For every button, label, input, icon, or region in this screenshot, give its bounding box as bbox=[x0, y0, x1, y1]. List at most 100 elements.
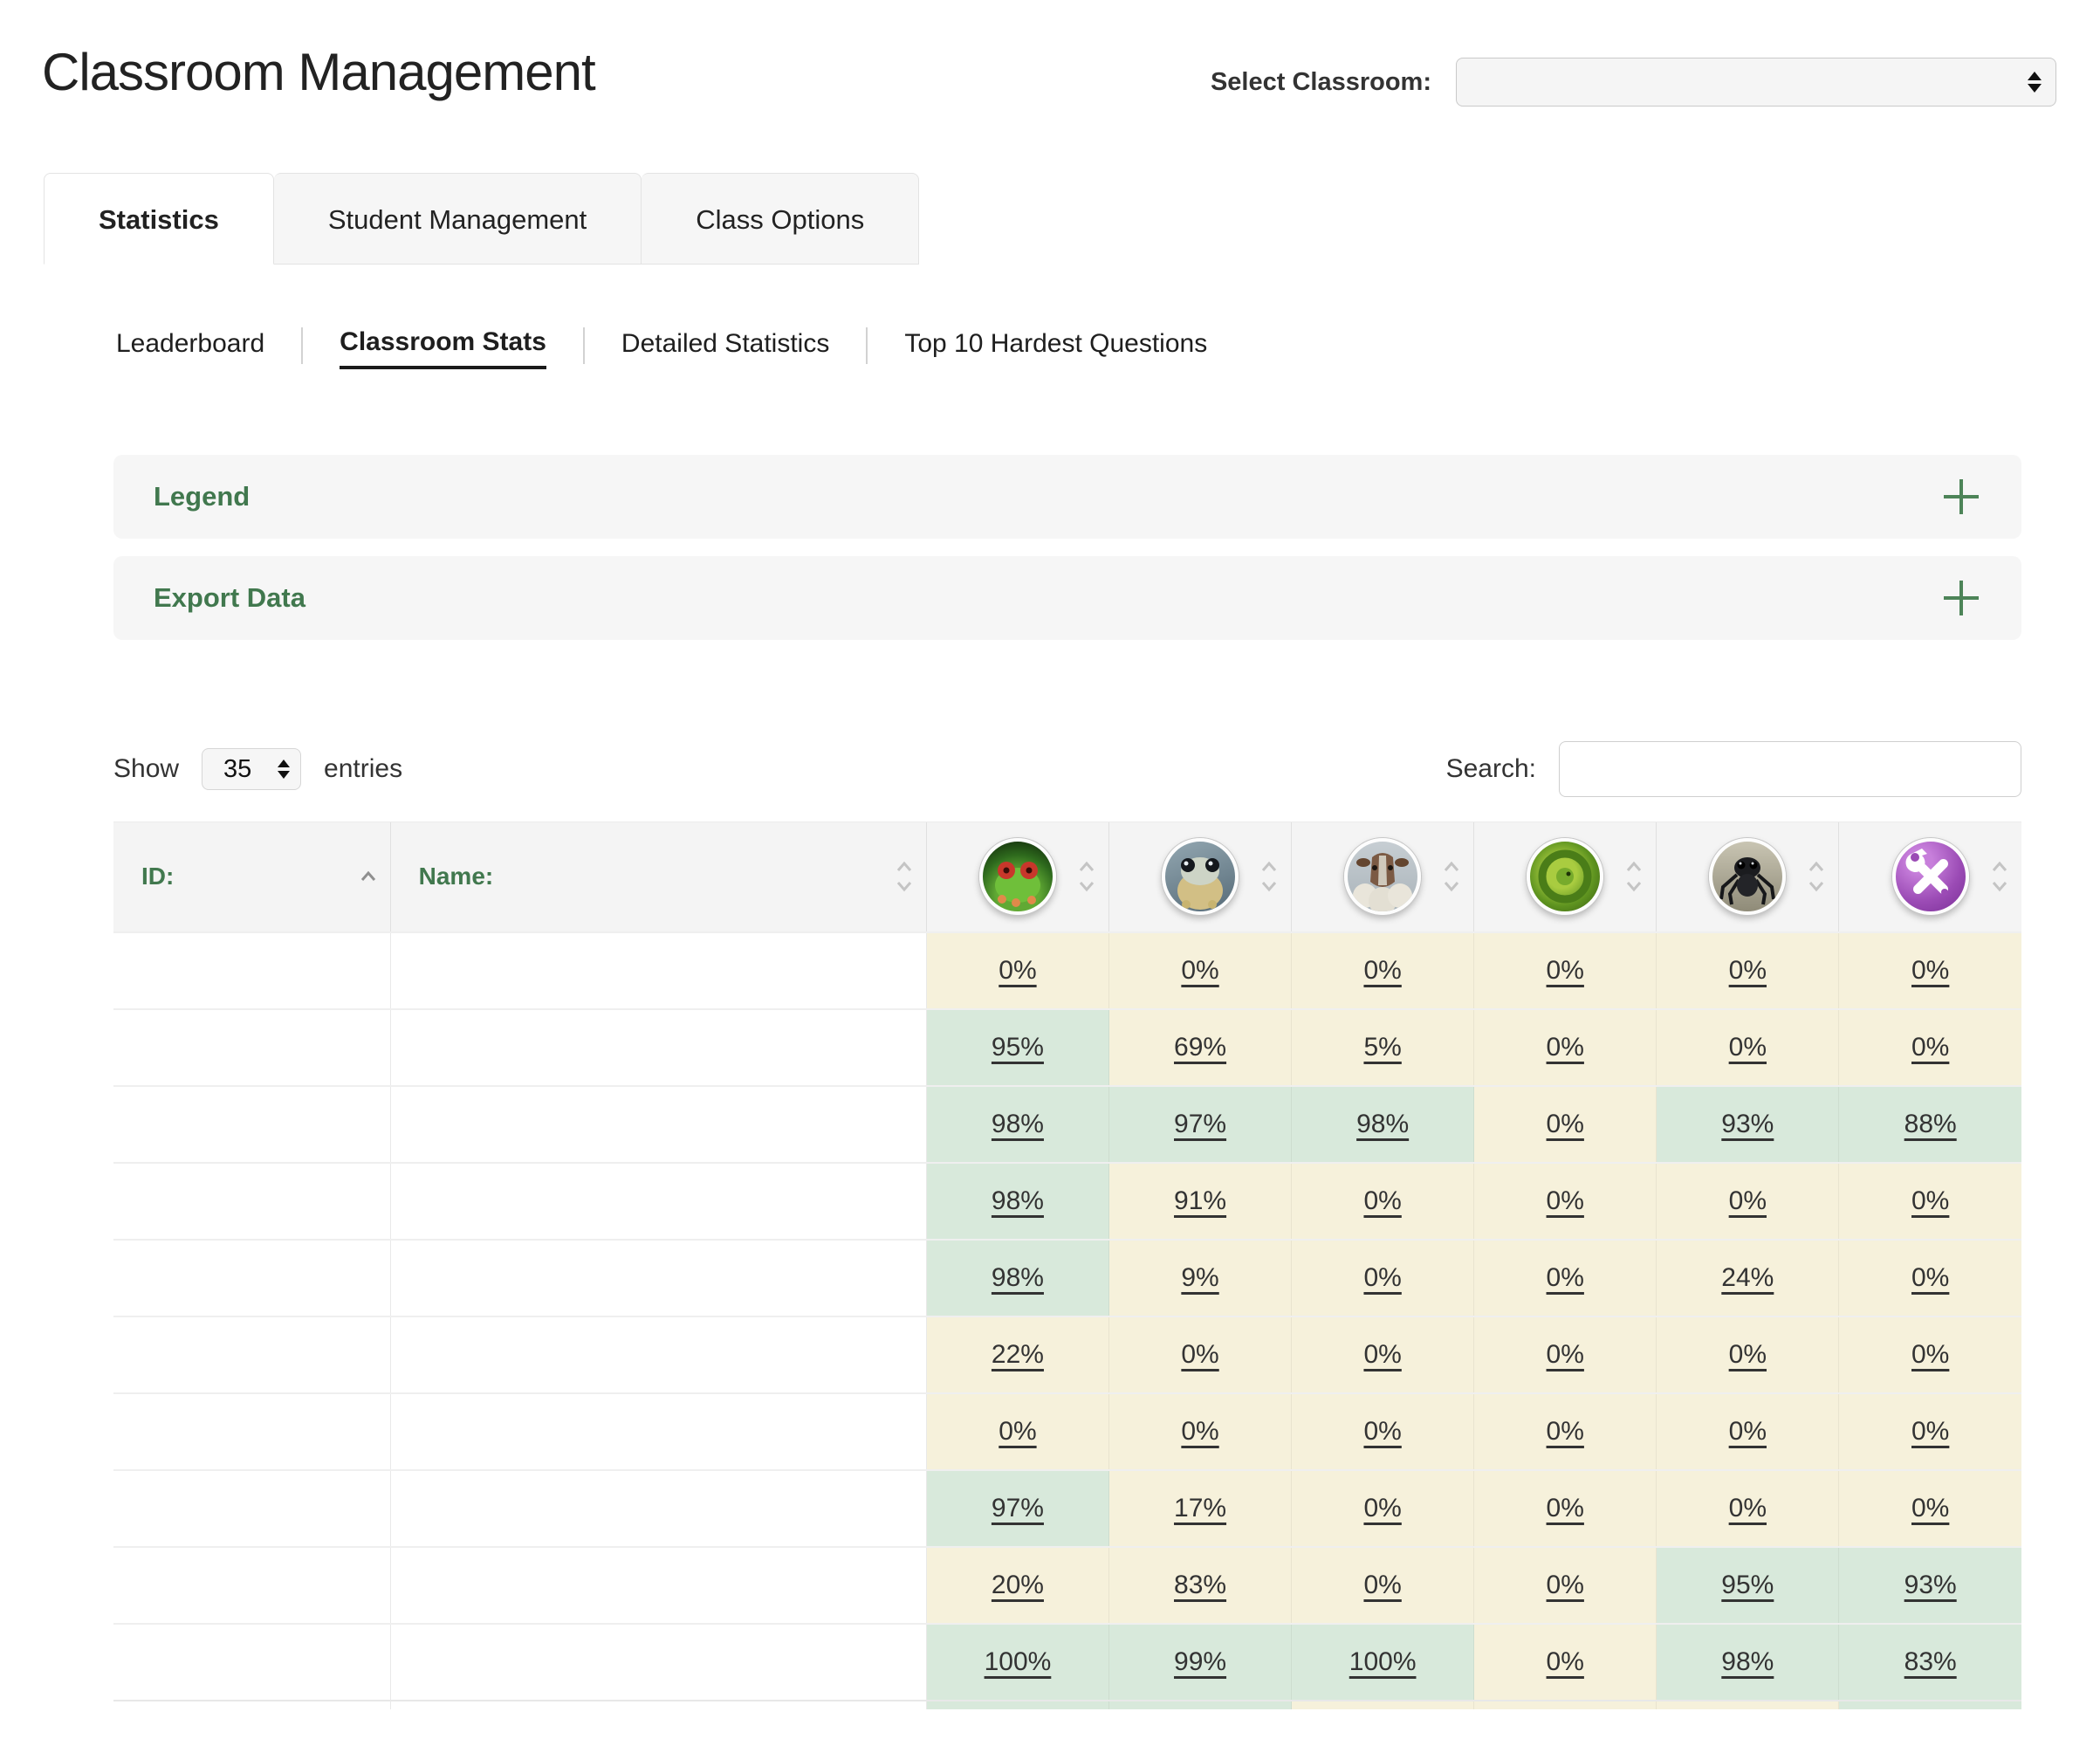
score-link[interactable]: 20% bbox=[992, 1571, 1044, 1599]
score-link[interactable]: 0% bbox=[1547, 1340, 1584, 1369]
score-link[interactable]: 24% bbox=[1721, 1263, 1774, 1292]
score-link[interactable]: 93% bbox=[1721, 1110, 1774, 1138]
tab-student-management[interactable]: Student Management bbox=[274, 173, 642, 265]
name-cell bbox=[390, 932, 926, 1009]
score-link[interactable]: 99% bbox=[1174, 1647, 1226, 1676]
tab-statistics[interactable]: Statistics bbox=[44, 173, 274, 265]
score-link[interactable]: 17% bbox=[1174, 1494, 1226, 1523]
score-link[interactable]: 0% bbox=[1911, 1340, 1949, 1369]
subnav-detailed-statistics[interactable]: Detailed Statistics bbox=[621, 329, 829, 368]
score-link[interactable]: 0% bbox=[1729, 1186, 1767, 1215]
score-link[interactable]: 97% bbox=[1174, 1110, 1226, 1138]
green-snake-avatar bbox=[1527, 838, 1603, 915]
column-header-student-3[interactable] bbox=[1292, 822, 1474, 932]
score-link[interactable]: 83% bbox=[1174, 1571, 1226, 1599]
score-link[interactable]: 0% bbox=[1363, 1263, 1401, 1292]
score-link[interactable]: 0% bbox=[1363, 1417, 1401, 1446]
score-link[interactable]: 0% bbox=[1363, 1571, 1401, 1599]
legend-panel-header[interactable]: Legend bbox=[113, 455, 2021, 539]
column-header-student-2[interactable] bbox=[1109, 822, 1292, 932]
score-link[interactable]: 0% bbox=[1547, 1647, 1584, 1676]
classroom-select[interactable] bbox=[1456, 58, 2056, 107]
score-link[interactable]: 69% bbox=[1174, 1033, 1226, 1062]
score-link[interactable]: 5% bbox=[1363, 1033, 1401, 1062]
table-row: 20% 83% 0% 0% 95% 93% bbox=[113, 1547, 2021, 1624]
score-link[interactable]: 9% bbox=[1181, 1263, 1218, 1292]
score-link[interactable]: 0% bbox=[1547, 956, 1584, 985]
export-data-panel-header[interactable]: Export Data bbox=[113, 556, 2021, 640]
score-cell bbox=[1109, 1701, 1292, 1709]
subnav-top-10-hardest-questions[interactable]: Top 10 Hardest Questions bbox=[904, 329, 1207, 368]
score-cell: 0% bbox=[1474, 1240, 1657, 1316]
score-link[interactable]: 0% bbox=[1911, 1033, 1949, 1062]
score-link[interactable]: 0% bbox=[1911, 1186, 1949, 1215]
id-header-label: ID: bbox=[141, 863, 174, 890]
score-link[interactable]: 0% bbox=[1363, 956, 1401, 985]
score-link[interactable]: 22% bbox=[992, 1340, 1044, 1369]
score-link[interactable]: 0% bbox=[1911, 1417, 1949, 1446]
score-link[interactable]: 98% bbox=[992, 1263, 1044, 1292]
score-link[interactable]: 0% bbox=[1547, 1186, 1584, 1215]
score-link[interactable]: 0% bbox=[1547, 1033, 1584, 1062]
score-link[interactable]: 91% bbox=[1174, 1186, 1226, 1215]
plus-icon[interactable] bbox=[1941, 578, 1981, 618]
score-link[interactable]: 0% bbox=[1911, 1263, 1949, 1292]
score-link[interactable]: 0% bbox=[1547, 1110, 1584, 1138]
name-cell bbox=[390, 1009, 926, 1086]
score-cell: 0% bbox=[1292, 1393, 1474, 1470]
score-link[interactable]: 100% bbox=[1349, 1647, 1417, 1676]
score-link[interactable]: 98% bbox=[1721, 1647, 1774, 1676]
score-link[interactable]: 0% bbox=[1181, 1417, 1218, 1446]
score-link[interactable]: 0% bbox=[1363, 1186, 1401, 1215]
search-input[interactable] bbox=[1559, 741, 2021, 797]
score-link[interactable]: 0% bbox=[1547, 1494, 1584, 1523]
subnav-classroom-stats[interactable]: Classroom Stats bbox=[340, 327, 546, 369]
score-link[interactable]: 0% bbox=[1729, 1494, 1767, 1523]
score-cell: 88% bbox=[1839, 1086, 2021, 1163]
plus-icon[interactable] bbox=[1941, 477, 1981, 517]
column-header-id[interactable]: ID: bbox=[113, 822, 390, 932]
score-link[interactable]: 0% bbox=[1729, 1033, 1767, 1062]
score-link[interactable]: 0% bbox=[1729, 1417, 1767, 1446]
score-link[interactable]: 98% bbox=[1356, 1110, 1409, 1138]
column-header-student-5[interactable] bbox=[1657, 822, 1839, 932]
score-link[interactable]: 97% bbox=[992, 1494, 1044, 1523]
score-link[interactable]: 95% bbox=[1721, 1571, 1774, 1599]
score-cell: 95% bbox=[1657, 1547, 1839, 1624]
score-link[interactable]: 0% bbox=[999, 1417, 1036, 1446]
score-link[interactable]: 0% bbox=[1181, 956, 1218, 985]
score-link[interactable]: 93% bbox=[1904, 1571, 1957, 1599]
score-link[interactable]: 0% bbox=[1363, 1340, 1401, 1369]
score-link[interactable]: 0% bbox=[1547, 1417, 1584, 1446]
column-header-student-6[interactable] bbox=[1839, 822, 2021, 932]
score-link[interactable]: 0% bbox=[1729, 956, 1767, 985]
tab-class-options[interactable]: Class Options bbox=[642, 173, 919, 265]
score-link[interactable]: 0% bbox=[1181, 1340, 1218, 1369]
column-header-student-4[interactable] bbox=[1474, 822, 1657, 932]
entries-select[interactable]: 35 bbox=[202, 748, 301, 790]
main-tabs: Statistics Student Management Class Opti… bbox=[44, 173, 2100, 265]
sort-both-icon bbox=[1624, 858, 1644, 895]
score-link[interactable]: 0% bbox=[1547, 1571, 1584, 1599]
score-link[interactable]: 0% bbox=[1911, 1494, 1949, 1523]
page-header: Classroom Management Select Classroom: bbox=[0, 0, 2100, 107]
stats-subnav: Leaderboard Classroom Stats Detailed Sta… bbox=[116, 327, 2100, 369]
id-cell bbox=[113, 1393, 390, 1470]
score-link[interactable]: 0% bbox=[1363, 1494, 1401, 1523]
subnav-leaderboard[interactable]: Leaderboard bbox=[116, 329, 264, 368]
column-header-student-1[interactable] bbox=[926, 822, 1108, 932]
score-link[interactable]: 100% bbox=[985, 1647, 1052, 1676]
score-cell bbox=[1657, 1701, 1839, 1709]
score-link[interactable]: 0% bbox=[999, 956, 1036, 985]
legend-panel-label: Legend bbox=[154, 481, 250, 512]
score-link[interactable]: 98% bbox=[992, 1186, 1044, 1215]
score-link[interactable]: 0% bbox=[1547, 1263, 1584, 1292]
entries-label: entries bbox=[324, 754, 402, 784]
score-link[interactable]: 95% bbox=[992, 1033, 1044, 1062]
score-link[interactable]: 98% bbox=[992, 1110, 1044, 1138]
score-link[interactable]: 88% bbox=[1904, 1110, 1957, 1138]
column-header-name[interactable]: Name: bbox=[390, 822, 926, 932]
score-link[interactable]: 83% bbox=[1904, 1647, 1957, 1676]
score-link[interactable]: 0% bbox=[1729, 1340, 1767, 1369]
score-link[interactable]: 0% bbox=[1911, 956, 1949, 985]
